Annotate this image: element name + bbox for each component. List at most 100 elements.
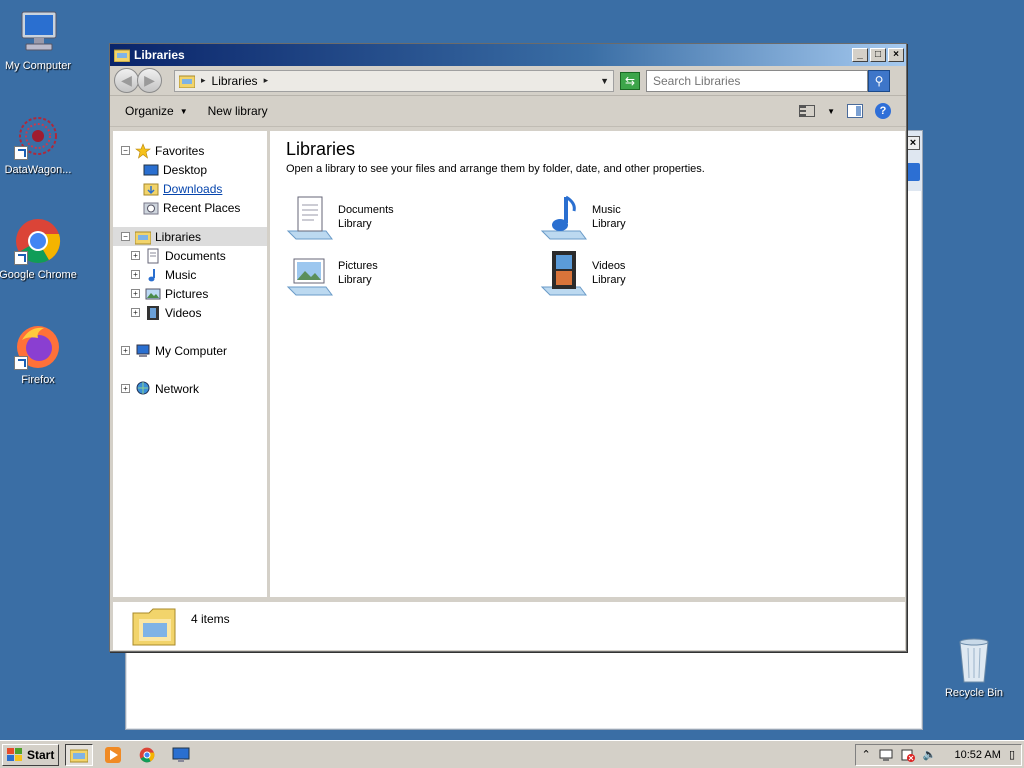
- content-description: Open a library to see your files and arr…: [286, 163, 705, 175]
- libraries-folder-icon: [132, 608, 176, 646]
- background-close-icon[interactable]: ×: [906, 136, 920, 150]
- pictures-icon: [145, 288, 161, 299]
- breadcrumb-libraries-arrow[interactable]: ▸: [264, 75, 269, 86]
- tree-label: Desktop: [163, 162, 208, 177]
- address-history-dropdown[interactable]: ▼: [600, 76, 609, 86]
- breadcrumb: ▸ Libraries ▸: [179, 74, 600, 88]
- star-icon: [135, 142, 151, 159]
- collapse-icon[interactable]: −: [121, 232, 130, 241]
- start-button[interactable]: Start: [2, 743, 60, 766]
- firefox-icon: [14, 322, 62, 370]
- explorer-window: Libraries _ □ × ◀ ▶ ▸ Libraries ▸ ▼ ⇆ ⚲ …: [109, 43, 907, 652]
- library-name: Videos: [592, 260, 626, 272]
- window-title: Libraries: [134, 48, 185, 62]
- navigation-pane[interactable]: − Favorites Desktop Downloads Recent Pla…: [113, 131, 270, 597]
- expand-icon[interactable]: +: [131, 270, 140, 279]
- command-bar: Organize ▼ New library ▼ ?: [110, 96, 906, 127]
- more-views-dropdown[interactable]: ▼: [827, 107, 835, 116]
- desktop-icon-recycle-bin[interactable]: Recycle Bin: [940, 636, 1008, 699]
- tree-label: Recent Places: [163, 200, 241, 215]
- tree-label: My Computer: [155, 343, 228, 358]
- desktop-icon-datawagon[interactable]: DataWagon...: [0, 112, 78, 176]
- tree-downloads[interactable]: Downloads: [113, 179, 267, 198]
- taskbar-media-player-button[interactable]: [99, 744, 127, 766]
- desktop-icon-label: Recycle Bin: [944, 687, 1004, 699]
- tree-label: Documents: [165, 248, 226, 263]
- breadcrumb-libraries[interactable]: Libraries: [212, 74, 258, 88]
- tree-music[interactable]: + Music: [113, 265, 267, 284]
- library-item-documents[interactable]: Documents Library: [286, 193, 540, 241]
- back-button[interactable]: ◀: [114, 68, 139, 93]
- network-tray-icon[interactable]: [879, 748, 893, 762]
- tree-documents[interactable]: + Documents: [113, 246, 267, 265]
- library-item-videos[interactable]: Videos Library: [540, 249, 794, 297]
- shortcut-arrow-icon: [14, 251, 28, 265]
- show-desktop-icon[interactable]: ▯: [1009, 748, 1015, 761]
- library-item-music[interactable]: Music Library: [540, 193, 794, 241]
- forward-button[interactable]: ▶: [137, 68, 162, 93]
- tree-my-computer[interactable]: + My Computer: [113, 341, 267, 360]
- collapse-icon[interactable]: −: [121, 146, 130, 155]
- minimize-button[interactable]: _: [852, 48, 868, 62]
- title-bar[interactable]: Libraries _ □ ×: [110, 44, 906, 66]
- windows-logo-icon: [7, 747, 22, 761]
- refresh-button[interactable]: ⇆: [620, 71, 640, 90]
- taskbar-chrome-button[interactable]: [133, 744, 161, 766]
- content-pane[interactable]: Libraries Open a library to see your fil…: [270, 131, 905, 597]
- breadcrumb-root-arrow[interactable]: ▸: [201, 75, 206, 86]
- system-tray: ⌃ 🔈 10:52 AM ▯: [854, 743, 1022, 766]
- tree-favorites[interactable]: − Favorites: [113, 141, 267, 160]
- organize-button[interactable]: Organize ▼: [125, 104, 188, 118]
- downloads-folder-icon: [143, 183, 159, 195]
- tree-network[interactable]: + Network: [113, 379, 267, 398]
- documents-icon: [147, 248, 159, 263]
- library-type: Library: [338, 274, 372, 286]
- new-library-button[interactable]: New library: [208, 104, 268, 118]
- tree-label: Libraries: [155, 229, 202, 244]
- show-hidden-icons-icon[interactable]: ⌃: [862, 748, 871, 761]
- tree-pictures[interactable]: + Pictures: [113, 284, 267, 303]
- tree-recent-places[interactable]: Recent Places: [113, 198, 267, 217]
- tree-libraries[interactable]: − Libraries: [113, 227, 267, 246]
- background-search-icon[interactable]: [906, 163, 920, 181]
- desktop-icon: [143, 164, 159, 175]
- chrome-icon: [14, 217, 62, 265]
- explorer-body: − Favorites Desktop Downloads Recent Pla…: [113, 131, 905, 597]
- address-bar[interactable]: ▸ Libraries ▸ ▼: [174, 69, 614, 92]
- details-pane: 4 items: [113, 600, 905, 650]
- library-type: Library: [592, 274, 626, 286]
- tree-desktop[interactable]: Desktop: [113, 160, 267, 179]
- search-button[interactable]: ⚲: [868, 69, 890, 92]
- close-button[interactable]: ×: [888, 48, 904, 62]
- expand-icon[interactable]: +: [131, 289, 140, 298]
- preview-pane-icon[interactable]: [847, 104, 863, 118]
- taskbar-remote-desktop-button[interactable]: [167, 744, 195, 766]
- media-player-icon: [105, 746, 122, 763]
- expand-icon[interactable]: +: [121, 384, 130, 393]
- expand-icon[interactable]: +: [131, 251, 140, 260]
- network-icon: [136, 381, 150, 394]
- item-count: 4 items: [191, 612, 230, 626]
- clock[interactable]: 10:52 AM: [954, 749, 1000, 761]
- change-view-icon[interactable]: [799, 105, 816, 117]
- desktop-icon-chrome[interactable]: Google Chrome: [0, 217, 78, 281]
- expand-icon[interactable]: +: [121, 346, 130, 355]
- expand-icon[interactable]: +: [131, 308, 140, 317]
- help-icon[interactable]: ?: [875, 103, 891, 119]
- taskbar-explorer-button[interactable]: [65, 743, 94, 766]
- tree-videos[interactable]: + Videos: [113, 303, 267, 322]
- desktop-icon-my-computer[interactable]: My Computer: [0, 8, 78, 72]
- volume-icon[interactable]: 🔈: [923, 748, 937, 761]
- film-icon: [147, 305, 159, 320]
- desktop-icon-firefox[interactable]: Firefox: [0, 322, 78, 386]
- tree-label: Pictures: [165, 286, 209, 301]
- view-controls: ▼ ?: [799, 103, 891, 119]
- remote-desktop-icon: [172, 747, 190, 762]
- search-input[interactable]: [646, 69, 868, 92]
- security-alert-icon[interactable]: [901, 748, 915, 762]
- maximize-button[interactable]: □: [870, 48, 886, 62]
- library-item-pictures[interactable]: Pictures Library: [286, 249, 540, 297]
- computer-icon: [136, 344, 150, 357]
- my-computer-icon: [14, 8, 62, 56]
- shortcut-arrow-icon: [14, 146, 28, 160]
